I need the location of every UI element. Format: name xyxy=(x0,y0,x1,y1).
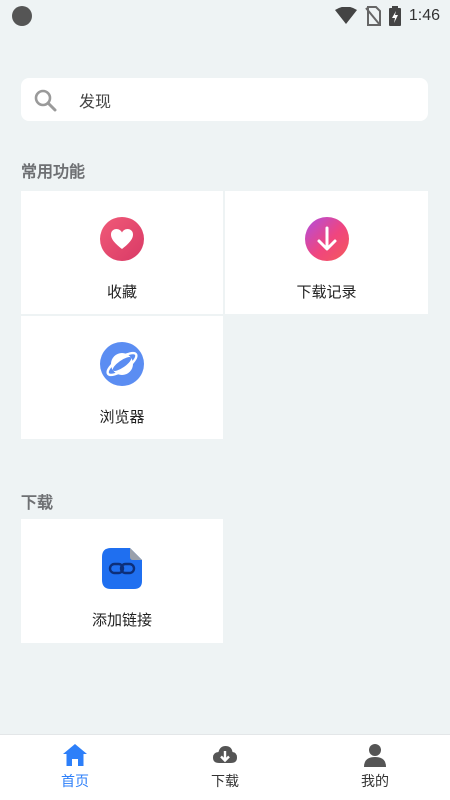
cloud-download-icon xyxy=(213,746,237,763)
status-icons: 1:46 xyxy=(334,6,440,26)
battery-charging-icon xyxy=(388,6,401,26)
link-icon xyxy=(102,548,142,589)
section-title-download: 下载 xyxy=(21,493,54,512)
status-bar: 1:46 xyxy=(0,0,450,32)
user-icon xyxy=(364,744,386,767)
feature-card-favorites[interactable]: 收藏 xyxy=(21,191,223,314)
search-icon xyxy=(34,89,57,111)
feature-card-download-history[interactable]: 下载记录 xyxy=(225,191,428,314)
wifi-icon xyxy=(334,7,357,24)
search-placeholder: 发现 xyxy=(79,91,112,111)
nav-label: 下载 xyxy=(211,774,239,790)
nav-item-home[interactable]: 首页 xyxy=(0,735,150,800)
nav-item-download[interactable]: 下载 xyxy=(150,735,300,800)
status-indicator-dot xyxy=(12,6,32,26)
home-icon xyxy=(63,744,87,766)
nav-label: 首页 xyxy=(61,774,89,790)
feature-card-add-link[interactable]: 添加链接 xyxy=(21,519,223,643)
download-arrow-icon xyxy=(304,217,349,261)
feature-card-browser[interactable]: 浏览器 xyxy=(21,316,223,439)
feature-label: 浏览器 xyxy=(99,408,145,426)
bottom-navigation: 首页 下载 我的 xyxy=(0,734,450,800)
no-sim-icon xyxy=(365,6,381,26)
nav-label: 我的 xyxy=(361,774,389,790)
feature-label: 下载记录 xyxy=(296,283,357,301)
search-bar[interactable]: 发现 xyxy=(21,78,428,121)
section-title-common: 常用功能 xyxy=(21,162,86,181)
feature-label: 收藏 xyxy=(106,283,137,301)
heart-icon xyxy=(100,217,144,261)
browser-planet-icon xyxy=(100,342,144,386)
status-time: 1:46 xyxy=(408,7,440,24)
nav-item-profile[interactable]: 我的 xyxy=(300,735,450,800)
feature-label: 添加链接 xyxy=(91,611,152,629)
